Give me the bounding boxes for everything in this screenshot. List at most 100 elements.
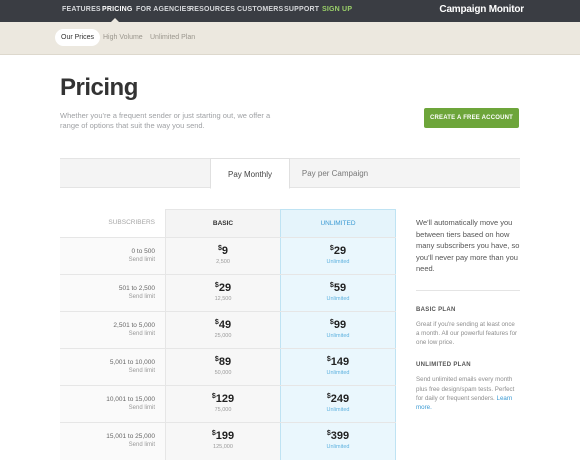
nav-customers[interactable]: CUSTOMERS xyxy=(237,6,283,13)
subscriber-range: 2,501 to 5,000 xyxy=(113,322,155,329)
basic-send-limit: 2,500 xyxy=(216,259,230,265)
nav-resources[interactable]: RESOURCES xyxy=(189,6,235,13)
basic-send-limit: 25,000 xyxy=(214,333,232,339)
unlimited-cell: $149 Unlimited xyxy=(280,349,396,386)
subscriber-range: 15,001 to 25,000 xyxy=(106,433,155,440)
page-title: Pricing xyxy=(60,74,138,101)
subscriber-cell: 0 to 500 Send limit xyxy=(60,238,165,275)
basic-price-value: 129 xyxy=(215,393,235,405)
unlimited-price: $99 xyxy=(281,318,395,332)
table-row: 0 to 500 Send limit $9 2,500 $29 Unlimit… xyxy=(60,237,396,275)
unlimited-price-value: 149 xyxy=(330,356,350,368)
subscriber-cell: 5,001 to 10,000 Send limit xyxy=(60,349,165,386)
unlimited-plan-title: UNLIMITED PLAN xyxy=(416,362,471,369)
pricing-tabs: Pay Monthly Pay per Campaign xyxy=(60,158,520,189)
basic-send-limit: 50,000 xyxy=(214,370,232,376)
header-basic: BASIC xyxy=(165,209,280,237)
subnav-our-prices[interactable]: Our Prices xyxy=(55,29,101,46)
basic-send-limit: 12,500 xyxy=(214,296,232,302)
basic-cell: $129 75,000 xyxy=(165,386,280,423)
subscriber-cell: 2,501 to 5,000 Send limit xyxy=(60,312,165,349)
subscriber-range: 0 to 500 xyxy=(131,248,156,255)
header-unlimited: UNLIMITED xyxy=(280,209,396,237)
basic-price-value: 199 xyxy=(215,430,235,442)
subscriber-cell: 15,001 to 25,000 Send limit xyxy=(60,423,165,460)
nav-sign-up[interactable]: SIGN UP xyxy=(322,6,352,13)
table-row: 5,001 to 10,000 Send limit $89 50,000 $1… xyxy=(60,348,396,386)
table-row: 501 to 2,500 Send limit $29 12,500 $59 U… xyxy=(60,274,396,312)
unlimited-price-value: 249 xyxy=(330,393,350,405)
basic-cell: $49 25,000 xyxy=(165,312,280,349)
nav-pricing[interactable]: PRICING xyxy=(102,6,133,13)
unlimited-price: $149 xyxy=(281,355,395,369)
unlimited-send-limit: Unlimited xyxy=(326,296,350,302)
basic-send-limit: 125,000 xyxy=(213,444,233,450)
intro-text: Whether you're a frequent sender or just… xyxy=(60,111,271,130)
basic-price-value: 9 xyxy=(221,245,229,257)
unlimited-price: $249 xyxy=(281,392,395,406)
unlimited-plan-description: Send unlimited emails every month plus f… xyxy=(416,375,520,412)
send-limit-label: Send limit xyxy=(128,368,155,374)
basic-price: $29 xyxy=(166,281,280,295)
table-row: 10,001 to 15,000 Send limit $129 75,000 … xyxy=(60,385,396,423)
send-limit-label: Send limit xyxy=(128,257,155,263)
unlimited-send-limit: Unlimited xyxy=(326,370,350,376)
unlimited-cell: $29 Unlimited xyxy=(280,238,396,275)
nav-for-agencies[interactable]: FOR AGENCIES xyxy=(136,6,191,13)
tab-pay-per-campaign[interactable]: Pay per Campaign xyxy=(290,158,380,189)
unlimited-price-value: 29 xyxy=(333,245,347,257)
sub-nav: Our Prices High Volume Unlimited Plan xyxy=(0,22,580,55)
create-free-account-button[interactable]: CREATE A FREE ACCOUNT xyxy=(424,108,519,128)
send-limit-label: Send limit xyxy=(128,294,155,300)
basic-price: $49 xyxy=(166,318,280,332)
brand-logo[interactable]: Campaign Monitor xyxy=(439,4,524,15)
tab-pay-monthly[interactable]: Pay Monthly xyxy=(210,158,290,189)
subscriber-range: 5,001 to 10,000 xyxy=(109,359,155,366)
basic-cell: $199 125,000 xyxy=(165,423,280,460)
basic-price: $129 xyxy=(166,392,280,406)
unlimited-send-limit: Unlimited xyxy=(326,444,350,450)
basic-price-value: 49 xyxy=(218,319,232,331)
send-limit-label: Send limit xyxy=(128,405,155,411)
pricing-sidebar: We'll automatically move you between tie… xyxy=(416,217,520,413)
basic-plan-description: Great if you're sending at least once a … xyxy=(416,320,518,347)
top-nav: FEATURES PRICING FOR AGENCIES RESOURCES … xyxy=(0,0,580,22)
unlimited-cell: $399 Unlimited xyxy=(280,423,396,460)
unlimited-send-limit: Unlimited xyxy=(326,333,350,339)
table-row: 2,501 to 5,000 Send limit $49 25,000 $99… xyxy=(60,311,396,349)
subscriber-cell: 501 to 2,500 Send limit xyxy=(60,275,165,312)
basic-price: $89 xyxy=(166,355,280,369)
table-row: 15,001 to 25,000 Send limit $199 125,000… xyxy=(60,422,396,460)
send-limit-label: Send limit xyxy=(128,331,155,337)
nav-support[interactable]: SUPPORT xyxy=(284,6,319,13)
basic-cell: $89 50,000 xyxy=(165,349,280,386)
basic-price-value: 29 xyxy=(218,282,232,294)
basic-price: $9 xyxy=(166,244,280,258)
tier-explanation: We'll automatically move you between tie… xyxy=(416,218,520,273)
basic-price-value: 89 xyxy=(218,356,232,368)
pricing-rows: 0 to 500 Send limit $9 2,500 $29 Unlimit… xyxy=(60,237,396,460)
subnav-high-volume[interactable]: High Volume xyxy=(103,34,143,41)
header-subscribers: SUBSCRIBERS xyxy=(108,219,155,226)
unlimited-cell: $249 Unlimited xyxy=(280,386,396,423)
unlimited-price-value: 99 xyxy=(333,319,347,331)
unlimited-price: $399 xyxy=(281,429,395,443)
unlimited-cell: $99 Unlimited xyxy=(280,312,396,349)
subscriber-range: 501 to 2,500 xyxy=(118,285,155,292)
send-limit-label: Send limit xyxy=(128,442,155,448)
unlimited-price-value: 59 xyxy=(333,282,347,294)
basic-price: $199 xyxy=(166,429,280,443)
subscriber-cell: 10,001 to 15,000 Send limit xyxy=(60,386,165,423)
subnav-unlimited-plan[interactable]: Unlimited Plan xyxy=(150,34,195,41)
basic-send-limit: 75,000 xyxy=(214,407,232,413)
basic-cell: $29 12,500 xyxy=(165,275,280,312)
basic-cell: $9 2,500 xyxy=(165,238,280,275)
divider xyxy=(416,289,520,291)
unlimited-send-limit: Unlimited xyxy=(326,407,350,413)
basic-plan-title: BASIC PLAN xyxy=(416,306,456,313)
unlimited-price: $59 xyxy=(281,281,395,295)
unlimited-send-limit: Unlimited xyxy=(326,259,350,265)
unlimited-price-value: 399 xyxy=(330,430,350,442)
nav-features[interactable]: FEATURES xyxy=(62,6,101,13)
subscriber-range: 10,001 to 15,000 xyxy=(106,396,155,403)
